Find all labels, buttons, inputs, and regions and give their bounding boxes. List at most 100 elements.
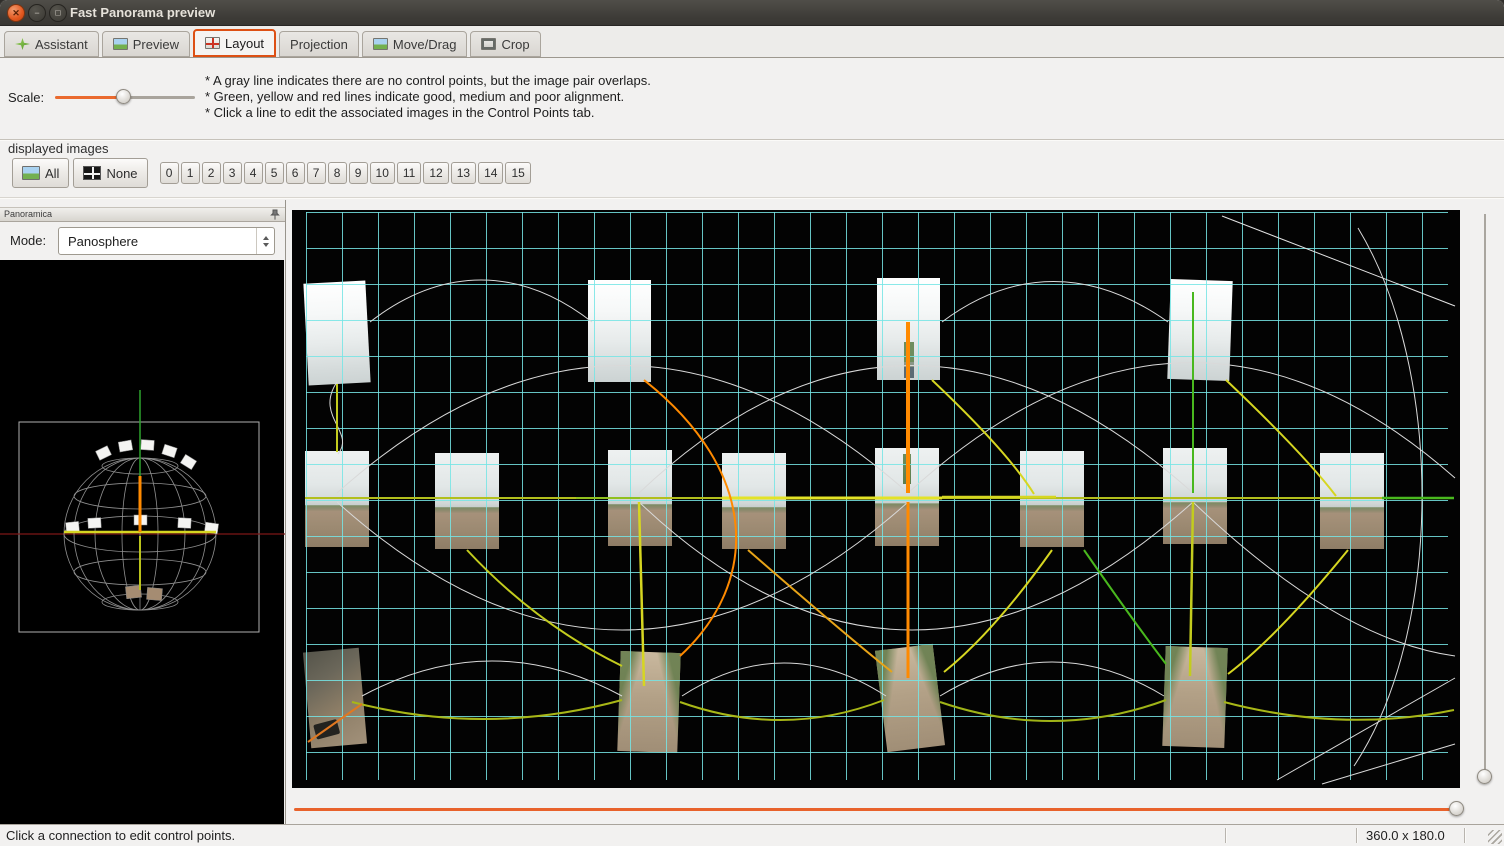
layout-icon [205,37,220,49]
sphere-photo-patch [95,446,111,461]
image-toggle-2[interactable]: 2 [202,162,221,184]
sphere-photo-patch [162,444,177,458]
pin-icon[interactable] [269,209,281,221]
pitch-slider-handle[interactable] [1477,769,1492,784]
image-toggle-7[interactable]: 7 [307,162,326,184]
connection-line[interactable] [940,700,1166,721]
sphere-patches [66,440,219,601]
connection-line[interactable] [1322,744,1455,784]
group-divider [0,197,1504,198]
image-toggle-9[interactable]: 9 [349,162,368,184]
pitch-slider-track[interactable] [1484,214,1486,770]
resize-grip[interactable] [1488,830,1502,844]
image-toggle-15[interactable]: 15 [505,162,530,184]
connection-line[interactable] [1277,678,1455,780]
group-divider [0,139,1504,140]
panosphere-panel: Panoramica Mode: Panosphere [0,200,286,824]
tab-assistant[interactable]: Assistant [4,31,99,57]
connection-line[interactable] [308,704,362,742]
image-toggle-8[interactable]: 8 [328,162,347,184]
image-toggle-3[interactable]: 3 [223,162,242,184]
connection-line[interactable] [352,700,622,719]
no-images-icon [83,166,101,180]
sphere-photo-patch [178,518,192,529]
move-drag-icon [373,38,388,50]
connection-line[interactable] [932,380,1034,494]
scale-slider-handle[interactable] [116,89,131,104]
connection-line[interactable] [944,550,1052,672]
maximize-button[interactable]: ◻ [49,4,67,22]
tab-label: Layout [225,36,264,51]
connection-line[interactable] [1228,550,1348,674]
spinner-arrows-icon[interactable] [256,228,274,254]
image-toggle-6[interactable]: 6 [286,162,305,184]
image-toggle-14[interactable]: 14 [478,162,503,184]
connection-line[interactable] [639,502,1193,630]
help-line: * A gray line indicates there are no con… [205,73,651,89]
yaw-slider-handle[interactable] [1449,801,1464,816]
tab-projection[interactable]: Projection [279,31,359,57]
yaw-slider[interactable] [292,798,1464,820]
panel-header[interactable]: Panoramica [0,207,285,222]
minimize-button[interactable]: − [28,4,46,22]
connection-line[interactable] [639,502,644,686]
image-toggle-12[interactable]: 12 [423,162,448,184]
sphere-photo-patch [118,440,133,452]
status-bar: Click a connection to edit control point… [0,824,1504,846]
image-toggle-11[interactable]: 11 [397,162,421,184]
connection-line[interactable] [1190,502,1193,676]
image-toggle-1[interactable]: 1 [181,162,200,184]
connection-line[interactable] [1084,550,1166,664]
connection-line[interactable] [942,282,1168,323]
mode-row: Mode: Panosphere [0,222,285,260]
image-toggle-0[interactable]: 0 [160,162,179,184]
connection-line[interactable] [1222,216,1455,306]
connection-line[interactable] [940,662,1164,696]
close-button[interactable]: ✕ [7,4,25,22]
connection-line[interactable] [467,550,622,666]
connection-line[interactable] [337,502,908,630]
image-toggle-5[interactable]: 5 [265,162,284,184]
connection-line[interactable] [1224,702,1454,720]
pitch-slider[interactable] [1474,212,1496,786]
tab-preview[interactable]: Preview [102,31,190,57]
yaw-slider-track[interactable] [294,808,1450,811]
show-all-button[interactable]: All [12,158,69,188]
connection-lines[interactable] [292,210,1460,788]
panel-title: Panoramica [4,209,52,219]
tab-label: Move/Drag [393,37,457,52]
window-title: Fast Panorama preview [70,5,215,20]
image-toggle-10[interactable]: 10 [370,162,395,184]
tab-crop[interactable]: Crop [470,31,540,57]
tab-move-drag[interactable]: Move/Drag [362,31,468,57]
canvas-size-label: 360.0 x 180.0 [1366,828,1445,843]
help-line: * Green, yellow and red lines indicate g… [205,89,651,105]
image-toggle-4[interactable]: 4 [244,162,263,184]
sphere-photo-patch [180,454,196,469]
titlebar[interactable]: ✕ − ◻ Fast Panorama preview [0,0,1504,26]
panosphere-3d-preview[interactable] [0,260,284,824]
tab-label: Projection [290,37,348,52]
preview-area [287,200,1504,824]
all-images-icon [22,166,40,180]
tab-label: Assistant [35,37,88,52]
crop-icon [481,38,496,50]
connection-line[interactable] [362,661,622,696]
displayed-images-toolbar: All None 0123456789101112131415 [12,156,533,190]
scale-slider[interactable] [52,88,198,106]
layout-canvas[interactable] [292,210,1460,788]
tab-label: Crop [501,37,529,52]
scale-label: Scale: [8,90,44,105]
mode-select[interactable]: Panosphere [58,227,275,255]
connection-line[interactable] [682,663,886,696]
connection-line[interactable] [370,280,592,322]
connection-line[interactable] [908,363,1455,493]
connection-line[interactable] [680,700,884,720]
mode-label: Mode: [10,233,46,248]
tab-bar: Assistant Preview Layout Projection Move/Dra… [0,26,1504,58]
image-toggle-13[interactable]: 13 [451,162,476,184]
connection-line[interactable] [1226,380,1336,496]
show-none-button[interactable]: None [73,158,147,188]
tab-layout[interactable]: Layout [193,29,276,57]
connection-line[interactable] [337,366,908,494]
